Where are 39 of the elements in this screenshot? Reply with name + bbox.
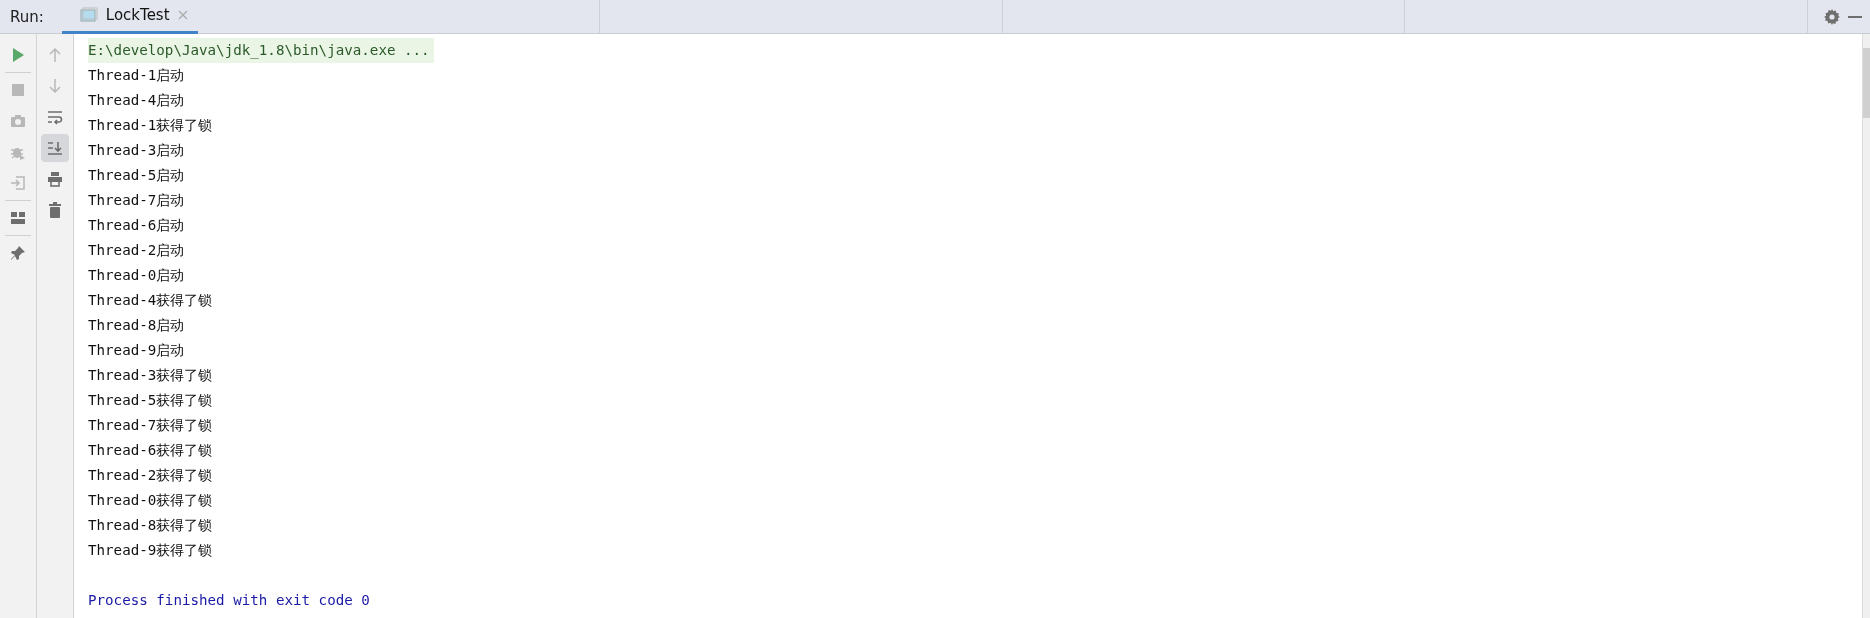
close-icon[interactable] xyxy=(177,10,188,20)
console-tab-icon xyxy=(79,7,98,23)
run-icon xyxy=(10,47,26,63)
settings-icon[interactable] xyxy=(1824,8,1840,25)
output-line: Thread-5获得了锁 xyxy=(88,391,213,410)
output-line: Thread-3获得了锁 xyxy=(88,366,213,385)
output-line: Thread-0启动 xyxy=(88,266,185,285)
trash-icon xyxy=(47,202,63,218)
run-label: Run: xyxy=(9,6,45,28)
output-line: Thread-9获得了锁 xyxy=(88,541,213,560)
exit-message: Process finished with exit code 0 xyxy=(88,591,370,610)
output-line: Thread-1启动 xyxy=(88,66,185,85)
output-line: Thread-3启动 xyxy=(88,141,185,160)
output-line: Thread-4获得了锁 xyxy=(88,291,213,310)
output-line: Thread-0获得了锁 xyxy=(88,491,213,510)
output-line: Thread-2获得了锁 xyxy=(88,466,213,485)
output-line: Thread-8启动 xyxy=(88,316,185,335)
tab[interactable]: LockTest xyxy=(61,0,198,34)
output-line: Thread-5启动 xyxy=(88,166,185,185)
output-line: Thread-6获得了锁 xyxy=(88,441,213,460)
import-icon xyxy=(10,175,26,191)
stop-icon xyxy=(10,82,26,98)
print-icon xyxy=(47,171,63,187)
layout-icon xyxy=(10,210,26,226)
output-line: Thread-1获得了锁 xyxy=(88,116,213,135)
output-line: Thread-8获得了锁 xyxy=(88,516,213,535)
camera-icon xyxy=(10,113,26,129)
scroll-to-end-icon xyxy=(47,140,63,156)
output-line: Thread-2启动 xyxy=(88,241,185,260)
output-line: Thread-7获得了锁 xyxy=(88,416,213,435)
output-line: Thread-9启动 xyxy=(88,341,185,360)
up-arrow-icon xyxy=(47,47,63,63)
output-line: Thread-4启动 xyxy=(88,91,185,110)
output-line: Thread-6启动 xyxy=(88,216,185,235)
pin-icon xyxy=(10,245,26,261)
scroll-to-end-button[interactable] xyxy=(41,134,69,162)
output-line: Thread-7启动 xyxy=(88,191,185,210)
soft-wrap-icon xyxy=(47,109,63,125)
down-arrow-icon xyxy=(47,78,63,94)
